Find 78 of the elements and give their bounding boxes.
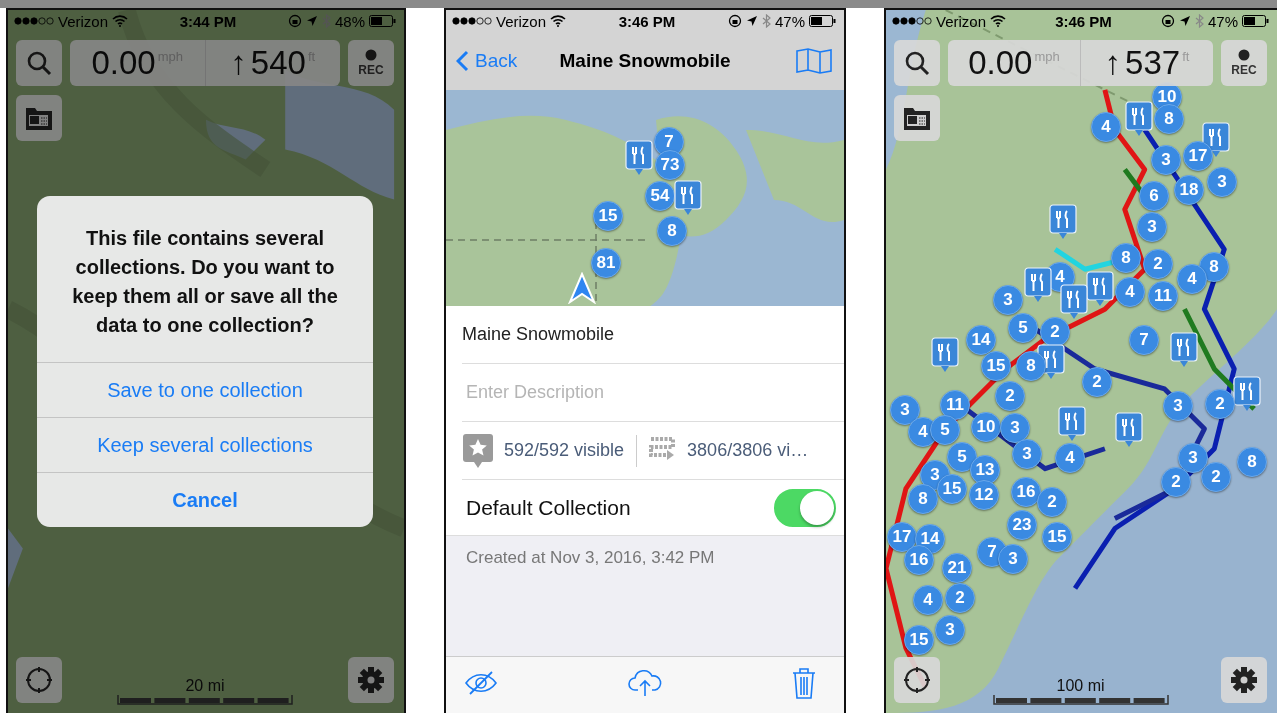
status-time: 3:44 PM <box>179 12 237 30</box>
folder-icon <box>25 105 53 131</box>
wifi-icon <box>112 15 129 27</box>
search-button[interactable] <box>894 40 940 86</box>
search-icon <box>26 50 52 76</box>
wifi-icon <box>550 15 567 27</box>
altitude-arrow: ↑ <box>1104 44 1122 82</box>
collections-button[interactable] <box>894 95 940 141</box>
cloud-upload-icon[interactable] <box>627 669 663 697</box>
locate-button[interactable] <box>894 657 940 703</box>
battery-icon <box>809 15 836 27</box>
speed-value: 0.00 <box>91 44 156 82</box>
collection-name-field[interactable]: Maine Snowmobile <box>462 324 615 345</box>
settings-icon <box>1230 666 1258 694</box>
screen-title: Maine Snowmobile <box>559 50 731 72</box>
status-time: 3:46 PM <box>1055 12 1112 30</box>
record-button[interactable]: REC <box>1221 40 1267 86</box>
alert-message: This file contains several collections. Do you want to keep them all or save all the data to one collection? <box>71 226 339 338</box>
fork-knife-pin-icon[interactable] <box>1060 284 1088 320</box>
search-icon <box>904 50 930 76</box>
signal-dots-icon <box>452 17 492 25</box>
bluetooth-icon <box>761 14 771 28</box>
location-arrow-icon <box>305 15 318 27</box>
trash-icon[interactable] <box>792 667 816 699</box>
location-arrow-icon <box>1178 15 1191 27</box>
back-button[interactable]: Back <box>456 50 518 72</box>
crosshair-icon <box>902 665 932 695</box>
altitude-value: 537 <box>1125 44 1181 82</box>
scale-label: 100 mi <box>1056 677 1105 695</box>
settings-button[interactable] <box>348 657 394 703</box>
created-date: Created at Nov 3, 2016, 3:42 PM <box>466 548 715 567</box>
star-pin-icon <box>462 432 494 469</box>
rotation-lock-icon <box>727 14 742 28</box>
battery-percent: 47% <box>1207 12 1238 30</box>
carrier-name: Verizon <box>496 12 547 30</box>
rotation-lock-icon <box>287 14 302 28</box>
fork-knife-pin-icon[interactable] <box>1125 101 1153 137</box>
location-arrow-icon <box>745 15 758 27</box>
status-time: 3:46 PM <box>618 12 676 30</box>
scale-label: 20 mi <box>185 677 225 695</box>
carrier-name: Verizon <box>58 12 109 30</box>
collections-button[interactable] <box>16 95 62 141</box>
speed-value: 0.00 <box>968 44 1033 82</box>
record-dot-icon <box>1238 49 1250 61</box>
settings-button[interactable] <box>1221 657 1267 703</box>
signal-dots-icon <box>14 17 54 25</box>
navigation-arrow-icon <box>568 272 596 304</box>
carrier-name: Verizon <box>936 12 987 30</box>
eye-slash-icon[interactable] <box>464 671 498 695</box>
record-dot-icon <box>365 49 377 61</box>
alert-action-button[interactable]: Keep several collections <box>37 417 373 472</box>
rotation-lock-icon <box>1160 14 1175 28</box>
alert-action-button[interactable]: Save to one collection <box>37 362 373 417</box>
alert-action-button[interactable]: Cancel <box>37 472 373 527</box>
crosshair-icon <box>24 665 54 695</box>
bluetooth-icon <box>1194 14 1204 28</box>
altitude-arrow: ↑ <box>230 44 247 82</box>
altitude-value: 540 <box>250 44 306 82</box>
battery-icon <box>1242 15 1269 27</box>
locate-button[interactable] <box>16 657 62 703</box>
default-collection-label: Default Collection <box>465 495 631 520</box>
search-button[interactable] <box>16 40 62 86</box>
toggle-switch[interactable] <box>774 488 836 527</box>
chevron-left-icon <box>456 50 469 72</box>
battery-percent: 48% <box>334 12 365 30</box>
wifi-icon <box>990 15 1007 27</box>
battery-icon <box>369 15 396 27</box>
battery-percent: 47% <box>774 12 805 30</box>
fork-knife-pin-icon[interactable] <box>1086 271 1114 307</box>
signal-dots-icon <box>892 17 932 25</box>
waypoints-visible-count[interactable]: 592/592 visible <box>504 440 625 461</box>
folder-icon <box>903 105 931 131</box>
description-field[interactable]: Enter Description <box>462 382 790 403</box>
altitude-unit: ft <box>1182 49 1190 64</box>
speed-unit: mph <box>1034 49 1060 64</box>
record-button[interactable]: REC <box>348 40 394 86</box>
folded-map-icon[interactable] <box>796 48 832 74</box>
tracks-visible-count[interactable]: 3806/3806 vi… <box>687 440 809 461</box>
